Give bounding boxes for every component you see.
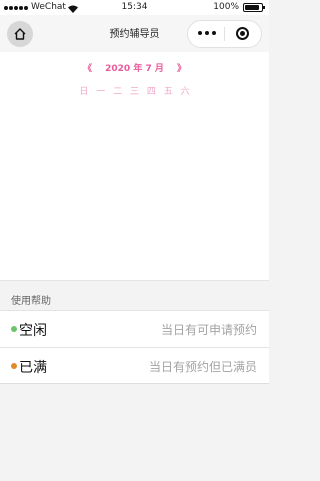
status-dot-free — [11, 326, 17, 332]
weekday-header: 日 一 二 三 四 五 六 — [0, 84, 269, 97]
capsule-divider — [224, 27, 225, 41]
status-right: 100% — [213, 0, 265, 15]
nav-bar: 预约辅导员 — [0, 15, 269, 52]
next-month-button[interactable]: 》 — [177, 61, 186, 74]
legend-label: 空闲 — [19, 323, 47, 339]
status-bar: WeChat 15:34 100% — [0, 0, 269, 15]
menu-capsule — [187, 20, 262, 48]
target-icon[interactable] — [236, 27, 249, 40]
battery-fill — [245, 5, 259, 10]
calendar: 《 2020 年 7 月 》 日 一 二 三 四 五 六 — [0, 52, 269, 280]
legend-row-full: 已满 当日有预约但已满员 — [0, 347, 269, 384]
legend-label: 已满 — [19, 360, 47, 376]
help-list: 空闲 当日有可申请预约 已满 当日有预约但已满员 — [0, 310, 269, 384]
weekday-thu: 四 — [146, 87, 156, 97]
more-dots-icon[interactable] — [198, 31, 216, 35]
weekday-mon: 一 — [96, 87, 106, 97]
help-section-header: 使用帮助 — [0, 280, 269, 310]
weekday-tue: 二 — [113, 87, 123, 97]
weekday-sun: 日 — [79, 87, 89, 97]
prev-month-button[interactable]: 《 — [83, 61, 92, 74]
month-label: 2020 年 7 月 — [105, 64, 164, 74]
weekday-sat: 六 — [180, 87, 190, 97]
legend-row-free: 空闲 当日有可申请预约 — [0, 310, 269, 347]
weekday-wed: 三 — [129, 87, 139, 97]
legend-description: 当日有可申请预约 — [160, 323, 257, 337]
help-title: 使用帮助 — [11, 296, 51, 307]
legend-description: 当日有预约但已满员 — [148, 360, 257, 374]
month-row: 《 2020 年 7 月 》 — [0, 61, 269, 74]
battery-percent: 100% — [213, 2, 239, 12]
weekday-fri: 五 — [163, 87, 173, 97]
status-dot-full — [11, 363, 17, 369]
battery-icon — [243, 3, 265, 12]
